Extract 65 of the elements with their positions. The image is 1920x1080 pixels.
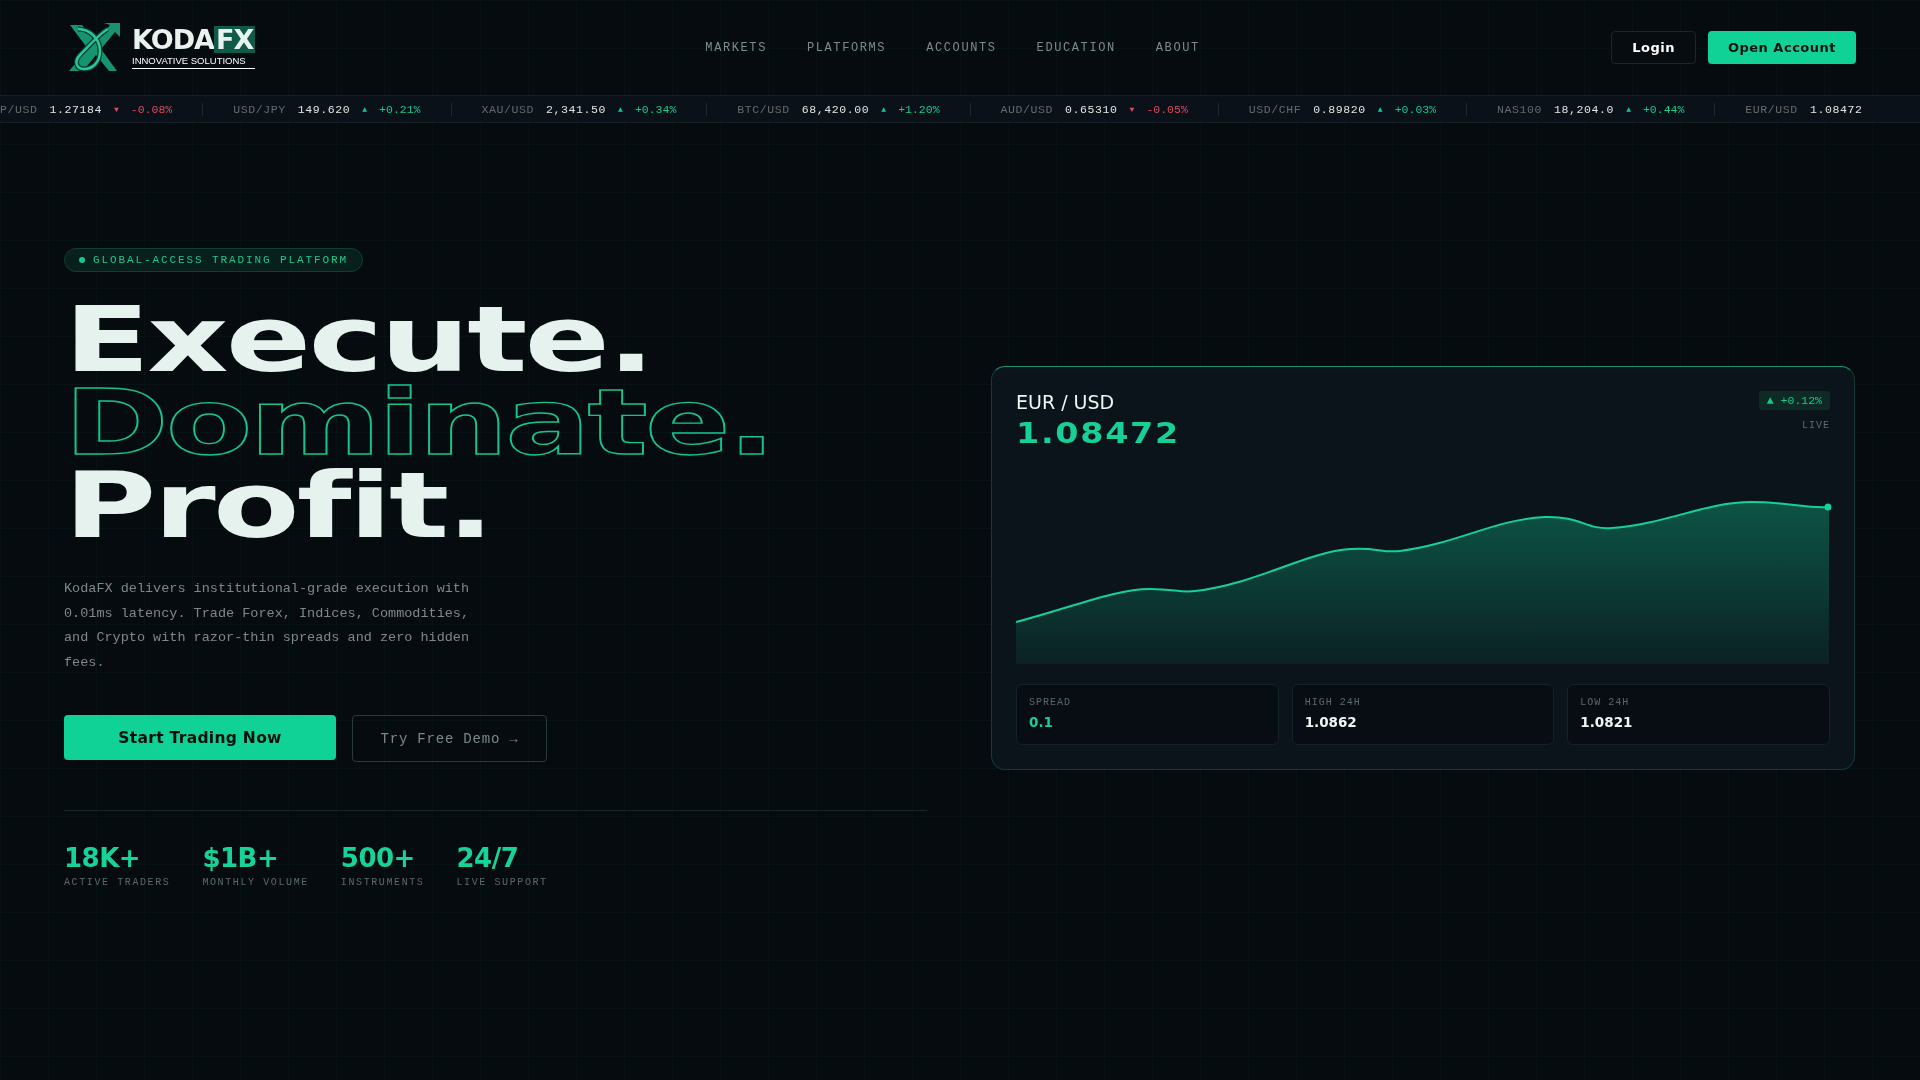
stat-label: LOW 24H [1580,697,1631,708]
stat-label: INSTRUMENTS [340,877,425,888]
logo-tagline: INNOVATIVE SOLUTIONS [132,52,256,70]
pair-price: 1.08472 [1016,419,1180,448]
trend-arrow: ▲ [1377,104,1383,114]
change-badge: ▲ +0.12% [1758,391,1830,410]
ticker-symbol: P/USD [0,102,38,116]
ticker-symbol: USD/JPY [233,102,286,116]
headline-line: Dominate. [64,381,773,464]
ticker-change: +0.44% [1642,102,1685,116]
hero-description: KodaFX delivers institutional-grade execution with 0.01ms latency. Trade Forex, Indices, Commodities, and Crypto with razor-thin spreads and zero hidden fees. [64,580,471,672]
ticker-price: 0.65310 [1065,102,1118,116]
ticker-change: -0.05% [1146,102,1188,116]
stat-label: HIGH 24H [1304,697,1362,708]
pair-name: EUR / USD [1016,391,1116,413]
trend-arrow: ▲ [881,104,887,114]
ticker-change: +0.21% [379,102,421,116]
stat-label: SPREAD [1029,697,1072,708]
trend-arrow: ▲ [618,104,623,114]
stat-value: 18K+ [64,845,142,871]
stat-value: 1.0862 [1304,714,1358,730]
platform-badge: GLOBAL-ACCESS TRADING PLATFORM [64,248,364,272]
nav-link[interactable]: ABOUT [1155,40,1200,55]
brand-name-suffix: FX [214,25,256,53]
free-demo-button[interactable]: Try Free Demo → [352,715,547,762]
stat-value: 0.1 [1029,714,1054,730]
ticker-price: 68,420.00 [801,102,870,116]
trend-arrow: ▲ [1626,104,1631,114]
ticker-symbol: BTC/USD [737,102,790,116]
nav-link[interactable]: MARKETS [705,40,767,55]
ticker-price: 2,341.50 [546,102,607,116]
headline-line: Profit. [64,464,492,547]
trend-arrow: ▼ [1129,104,1135,114]
login-button[interactable]: Login [1611,31,1696,64]
ticker-price: 0.89820 [1313,102,1366,116]
ticker-symbol: EUR/USD [1745,102,1798,116]
stat-value: 24/7 [456,845,520,871]
ticker-price: 1.08472 [1809,102,1863,116]
ticker-change: -0.08% [130,102,173,116]
ticker-symbol: NAS100 [1497,102,1543,116]
stat-label: ACTIVE TRADERS [64,877,171,888]
ticker-price: 18,204.0 [1554,102,1615,116]
trend-arrow: ▼ [114,104,119,114]
nav-link[interactable]: ACCOUNTS [926,40,997,55]
ticker-change: +1.20% [898,102,940,116]
ticker-symbol: USD/CHF [1248,102,1302,116]
headline-line: Execute. [64,298,653,381]
brand-name: KODA [132,25,214,53]
start-trading-button[interactable]: Start Trading Now [64,715,336,760]
stat-label: LIVE SUPPORT [456,877,548,888]
stat-value: $1B+ [202,845,280,871]
live-label: LIVE [1802,420,1830,431]
stat-value: 1.0821 [1580,714,1634,730]
nav-link[interactable]: PLATFORMS [806,40,887,55]
ticker-change: +0.03% [1394,102,1437,116]
ticker-change: +0.34% [634,102,677,116]
ticker-price: 1.27184 [49,102,103,116]
trend-arrow: ▲ [362,104,368,114]
ticker-price: 149.620 [297,102,351,116]
open-account-button[interactable]: Open Account [1707,31,1856,64]
stat-value: 500+ [340,845,416,871]
nav-link[interactable]: EDUCATION [1036,40,1116,55]
ticker-symbol: AUD/USD [1000,102,1054,116]
ticker-symbol: XAU/USD [481,102,535,116]
stat-label: MONTHLY VOLUME [202,877,309,888]
